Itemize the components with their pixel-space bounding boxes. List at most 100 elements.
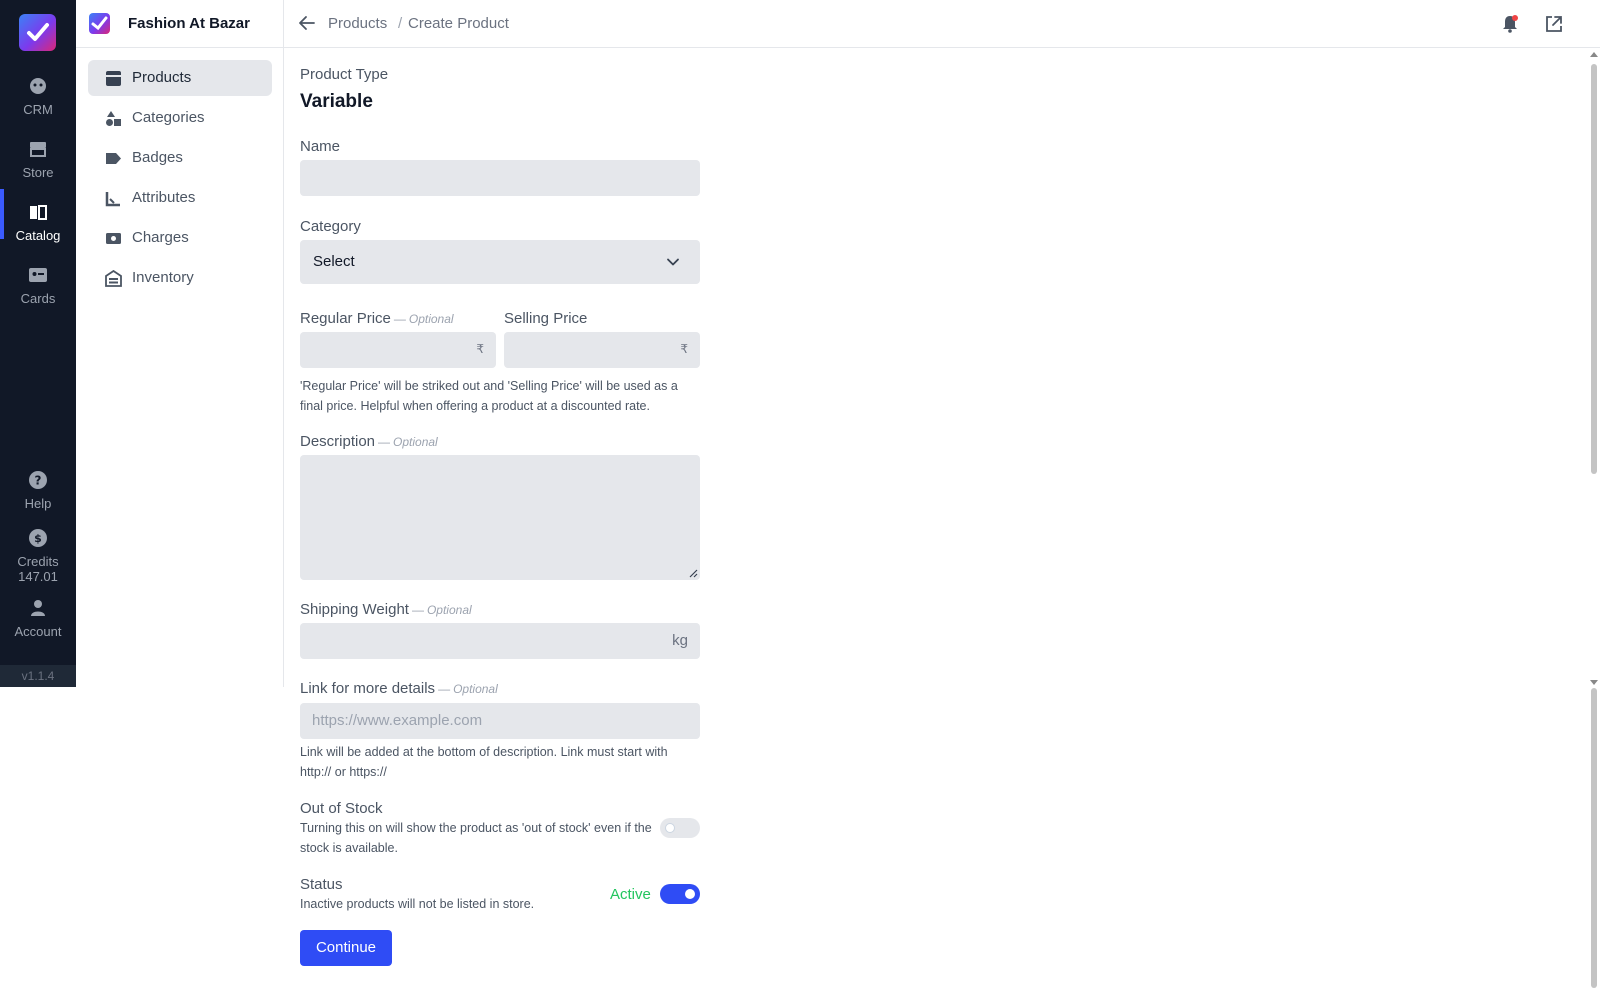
coin-icon: $ — [29, 529, 47, 547]
help-circle-icon: ? — [29, 471, 47, 489]
status-value: Active — [610, 886, 651, 903]
sidebar-item-products[interactable]: Products — [88, 60, 272, 96]
check-icon — [27, 23, 49, 41]
weight-unit: kg — [672, 632, 688, 649]
status-label: Status — [300, 876, 343, 893]
rail-item-label: Credits — [17, 554, 59, 569]
app-rail: CRM Store Catalog Cards ? Help $ Credits… — [0, 0, 76, 687]
status-help: Inactive products will not be listed in … — [300, 897, 535, 911]
arrow-left-icon[interactable] — [298, 14, 316, 32]
regular-price-input[interactable]: ₹ — [300, 332, 496, 368]
status-toggle[interactable] — [660, 884, 700, 904]
sidebar-item-badges[interactable]: Badges — [88, 140, 272, 176]
optional-tag: Optional — [393, 435, 438, 449]
rail-item-label: Account — [14, 624, 62, 639]
store-icon — [30, 142, 46, 157]
regular-price-label: Regular Price — Optional — [300, 310, 454, 327]
product-type-label: Product Type — [300, 66, 389, 83]
optional-dash: — — [393, 312, 406, 326]
breadcrumb-products[interactable]: Products — [328, 15, 387, 32]
scroll-down-arrow[interactable] — [1590, 680, 1598, 685]
continue-button[interactable]: Continue — [300, 930, 392, 966]
chevron-down-icon — [667, 258, 679, 266]
out-of-stock-help: Turning this on will show the product as… — [300, 821, 652, 855]
bell-icon[interactable] — [1500, 14, 1520, 34]
rail-item-help[interactable]: ? Help — [0, 470, 76, 511]
rail-item-crm[interactable]: CRM — [0, 76, 76, 117]
sidebar-item-attributes[interactable]: Attributes — [88, 180, 272, 216]
rail-item-label: Catalog — [15, 228, 61, 243]
out-of-stock-label: Out of Stock — [300, 800, 383, 817]
top-bar: Products / Create Product — [284, 0, 1600, 48]
sidebar-item-charges[interactable]: Charges — [88, 220, 272, 256]
box-icon — [106, 71, 121, 86]
toggle-knob — [665, 823, 675, 833]
optional-tag: Optional — [426, 603, 472, 617]
rail-item-credits[interactable]: $ Credits 147.01 — [0, 528, 76, 584]
out-of-stock-toggle[interactable] — [660, 818, 700, 838]
sidebar-item-categories[interactable]: Categories — [88, 100, 272, 136]
credits-value: 147.01 — [18, 569, 58, 584]
selling-price-input[interactable]: ₹ — [504, 332, 700, 368]
sidebar-item-label: Products — [132, 69, 192, 86]
rail-item-catalog[interactable]: Catalog — [0, 189, 76, 243]
version-label: v1.1.4 — [0, 665, 76, 687]
product-type-value: Variable — [300, 91, 373, 112]
sidebar-item-label: Categories — [132, 109, 205, 126]
ruler-icon — [105, 192, 120, 207]
tag-icon — [106, 153, 121, 164]
description-textarea[interactable] — [300, 455, 700, 580]
check-icon — [91, 16, 108, 31]
optional-dash: — — [438, 682, 451, 696]
scroll-thumb-secondary[interactable] — [1591, 688, 1597, 988]
link-help-text: Link will be added at the bottom of desc… — [300, 745, 668, 779]
optional-tag: Optional — [408, 312, 454, 326]
app-logo[interactable] — [19, 14, 56, 51]
name-input[interactable] — [300, 160, 700, 196]
shipping-weight-label: Shipping Weight — Optional — [300, 601, 472, 618]
breadcrumb-separator: / — [398, 15, 403, 32]
crm-icon — [30, 78, 46, 94]
scroll-up-arrow[interactable] — [1590, 52, 1598, 57]
shapes-icon — [106, 111, 121, 126]
category-selected-value: Select — [313, 253, 355, 270]
link-label-text: Link for more details — [300, 680, 436, 697]
external-link-icon[interactable] — [1544, 14, 1564, 34]
resize-handle-icon[interactable] — [688, 568, 698, 578]
page-scrollbar[interactable] — [1588, 48, 1600, 995]
rail-item-account[interactable]: Account — [0, 598, 76, 639]
optional-tag: Optional — [453, 682, 498, 696]
shipping-weight-input[interactable]: kg — [300, 623, 700, 659]
currency-symbol: ₹ — [476, 342, 484, 356]
scroll-thumb[interactable] — [1591, 64, 1597, 474]
rail-item-store[interactable]: Store — [0, 139, 76, 180]
catalog-sidebar: Fashion At Bazar Products Categories Bad… — [76, 0, 284, 687]
sidebar-item-label: Badges — [132, 149, 183, 166]
selling-price-label: Selling Price — [504, 310, 588, 327]
optional-dash: — — [411, 603, 424, 617]
sidebar-item-label: Inventory — [132, 269, 194, 286]
link-label: Link for more details — Optional — [300, 680, 498, 697]
book-open-icon — [30, 205, 47, 220]
name-label: Name — [300, 138, 341, 155]
link-placeholder: https://www.example.com — [312, 712, 483, 729]
sidebar-item-inventory[interactable]: Inventory — [88, 260, 272, 296]
currency-symbol: ₹ — [680, 342, 688, 356]
id-card-icon — [29, 268, 47, 282]
sidebar-item-label: Charges — [132, 229, 189, 246]
rail-item-label: Store — [22, 165, 54, 180]
svg-text:$: $ — [34, 532, 42, 545]
description-label: Description — Optional — [300, 433, 438, 450]
warehouse-icon — [105, 270, 122, 287]
banknote-icon — [106, 233, 121, 244]
rail-item-label: Help — [24, 496, 52, 511]
store-name: Fashion At Bazar — [128, 15, 250, 32]
sidebar-header: Fashion At Bazar — [76, 0, 284, 48]
rail-item-cards[interactable]: Cards — [0, 265, 76, 306]
rail-item-label: CRM — [23, 102, 53, 117]
link-input[interactable]: https://www.example.com — [300, 703, 700, 739]
category-label: Category — [300, 218, 361, 235]
optional-dash: — — [378, 435, 391, 449]
category-select[interactable]: Select — [300, 240, 700, 284]
svg-text:?: ? — [35, 474, 42, 488]
